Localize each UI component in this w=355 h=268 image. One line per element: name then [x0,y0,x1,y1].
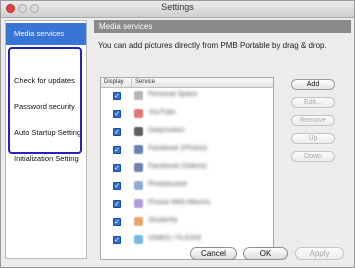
table-row[interactable]: ✓ Facebook (Photos) [101,143,273,157]
service-name: YouTube [148,109,176,116]
table-row[interactable]: ✓ Photobucket [101,179,273,193]
table-row[interactable]: ✓ Picasa Web Albums [101,197,273,211]
photobucket-icon [134,181,143,190]
move-up-button[interactable]: Up [291,133,335,144]
description-text: You can add pictures directly from PMB P… [98,41,327,50]
section-title: Media services [94,20,351,33]
display-checkbox[interactable]: ✓ [113,146,121,154]
service-name: Dailymotion [148,127,185,134]
edit-button[interactable]: Edit... [291,97,335,108]
service-name: Picasa Web Albums [148,199,211,206]
service-name: Personal Space [148,91,198,98]
display-checkbox[interactable]: ✓ [113,110,121,118]
facebook-photos-icon [134,145,143,154]
ok-button[interactable]: OK [243,247,288,260]
table-row[interactable]: ✓ YouTube [101,107,273,121]
window-title: Settings [161,2,194,12]
service-table: Display Service ✓ Personal Space ✓ YouTu… [100,77,274,260]
service-name: Photobucket [148,181,187,188]
display-checkbox[interactable]: ✓ [113,200,121,208]
table-header: Display Service [101,78,273,88]
table-row[interactable]: ✓ VIMEO / FLICKR [101,233,273,247]
table-row[interactable]: ✓ Facebook (Videos) [101,161,273,175]
cancel-button[interactable]: Cancel [190,247,237,260]
display-checkbox[interactable]: ✓ [113,218,121,226]
apply-button[interactable]: Apply [295,247,344,260]
column-header-service[interactable]: Service [131,78,155,87]
table-row[interactable]: ✓ Dailymotion [101,125,273,139]
display-checkbox[interactable]: ✓ [113,182,121,190]
sidebar-highlight-outline [8,47,82,154]
display-checkbox[interactable]: ✓ [113,92,121,100]
service-name: Facebook (Videos) [148,163,207,170]
column-header-display[interactable]: Display [104,78,124,87]
facebook-videos-icon [134,163,143,172]
add-button[interactable]: Add [291,79,335,90]
sidebar-item-media-services[interactable]: Media services [6,23,86,45]
display-checkbox[interactable]: ✓ [113,164,121,172]
move-down-button[interactable]: Down [291,151,335,162]
service-name: VIMEO / FLICKR [148,235,202,242]
service-name: Shutterfly [148,217,178,224]
shutterfly-icon [134,217,143,226]
vimeo-icon [134,235,143,244]
dailymotion-icon [134,127,143,136]
display-checkbox[interactable]: ✓ [113,236,121,244]
table-row[interactable]: ✓ Shutterfly [101,215,273,229]
picasa-icon [134,199,143,208]
title-bar[interactable]: Settings [1,1,354,18]
table-row[interactable]: ✓ Personal Space [101,89,273,103]
display-checkbox[interactable]: ✓ [113,128,121,136]
remove-button[interactable]: Remove [291,115,335,126]
youtube-icon [134,109,143,118]
media-services-panel: Media services You can add pictures dire… [94,20,351,260]
personal-space-icon [134,91,143,100]
service-name: Facebook (Photos) [148,145,208,152]
settings-window: Settings Media services Check for update… [0,0,355,268]
